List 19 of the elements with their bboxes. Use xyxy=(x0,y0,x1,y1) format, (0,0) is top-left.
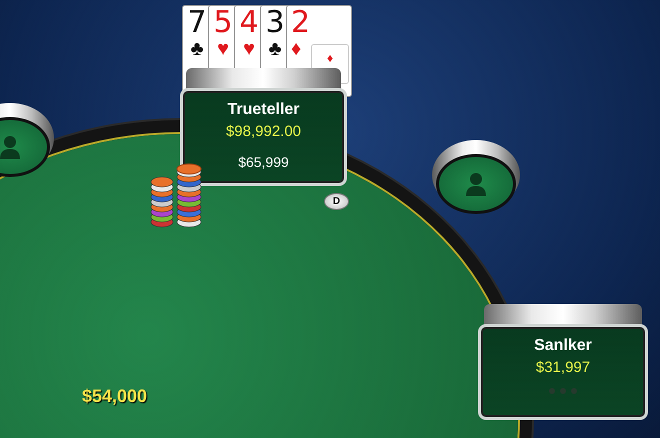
card-rank: 3 xyxy=(265,8,285,38)
player-name: Sanlker xyxy=(534,337,592,355)
card-suit: ♥ xyxy=(243,38,255,60)
card-suit: ♥ xyxy=(217,38,229,60)
player-stack: $98,992.00 xyxy=(226,123,302,140)
card-rank: 4 xyxy=(239,8,259,38)
card-rank: 7 xyxy=(187,8,207,38)
player-name: Trueteller xyxy=(227,101,300,119)
card-suit: ♦ xyxy=(291,38,302,60)
card-suit: ♣ xyxy=(268,38,282,60)
empty-seat[interactable] xyxy=(432,140,520,216)
person-silhouette-icon xyxy=(0,134,23,160)
pot-amount: $54,000 xyxy=(82,386,148,407)
card-rank: 5 xyxy=(213,8,233,38)
card-rank: 2 xyxy=(291,8,310,38)
player-stack: $31,997 xyxy=(536,359,590,376)
person-silhouette-icon xyxy=(463,171,489,197)
card-suit: ♣ xyxy=(190,38,204,60)
player-bet: $65,999 xyxy=(238,154,289,170)
